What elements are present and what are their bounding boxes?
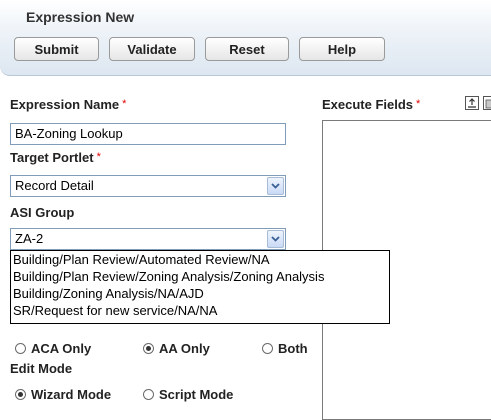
required-marker: * — [416, 98, 421, 110]
wizard-mode-radio[interactable] — [15, 389, 26, 400]
script-mode-radio[interactable] — [143, 389, 154, 400]
target-portlet-label-text: Target Portlet — [10, 150, 94, 165]
delete-icon[interactable] — [483, 96, 491, 110]
both-radio[interactable] — [262, 343, 273, 354]
aca-only-option[interactable]: ACA Only — [15, 341, 91, 356]
required-marker: * — [122, 98, 127, 110]
dropdown-option[interactable]: Building/Plan Review/Automated Review/NA — [11, 251, 389, 268]
both-option[interactable]: Both — [262, 341, 308, 356]
script-mode-option[interactable]: Script Mode — [143, 387, 233, 402]
chevron-down-icon[interactable] — [267, 230, 284, 248]
chevron-down-icon[interactable] — [267, 177, 284, 195]
validate-button[interactable]: Validate — [109, 37, 195, 61]
aca-only-label: ACA Only — [31, 341, 92, 356]
dropdown-option[interactable]: SR/Request for new service/NA/NA — [11, 302, 389, 319]
asi-group-dropdown-list: Building/Plan Review/Automated Review/NA… — [10, 250, 390, 324]
target-portlet-label: Target Portlet * — [10, 150, 101, 165]
target-portlet-value: Record Detail — [15, 178, 94, 193]
dropdown-option[interactable]: Building/Zoning Analysis/NA/AJD — [11, 285, 389, 302]
aca-only-radio[interactable] — [15, 343, 26, 354]
execute-fields-label: Execute Fields * — [322, 97, 420, 112]
header-panel: Expression New Submit Validate Reset Hel… — [0, 0, 491, 76]
execute-fields-label-text: Execute Fields — [322, 97, 414, 112]
aa-only-option[interactable]: AA Only — [143, 341, 210, 356]
required-marker: * — [96, 151, 101, 163]
wizard-mode-label: Wizard Mode — [31, 387, 112, 402]
asi-group-label: ASI Group — [10, 205, 75, 220]
wizard-mode-option[interactable]: Wizard Mode — [15, 387, 111, 402]
export-icon[interactable] — [465, 96, 479, 110]
target-portlet-select[interactable]: Record Detail — [10, 175, 286, 197]
aa-only-radio[interactable] — [143, 343, 154, 354]
asi-group-value: ZA-2 — [15, 231, 44, 246]
submit-button[interactable]: Submit — [14, 37, 99, 61]
edit-mode-label: Edit Mode — [10, 361, 73, 376]
dropdown-option[interactable]: Building/Plan Review/Zoning Analysis/Zon… — [11, 268, 389, 285]
expression-name-input[interactable]: BA-Zoning Lookup — [10, 123, 286, 145]
script-mode-label: Script Mode — [159, 387, 234, 402]
asi-group-select[interactable]: ZA-2 — [10, 228, 286, 250]
both-label: Both — [278, 341, 308, 356]
page-title: Expression New — [26, 9, 135, 25]
aa-only-label: AA Only — [159, 341, 210, 356]
help-button[interactable]: Help — [299, 37, 385, 61]
expression-name-label: Expression Name * — [10, 97, 126, 112]
expression-name-label-text: Expression Name — [10, 97, 120, 112]
reset-button[interactable]: Reset — [205, 37, 289, 61]
